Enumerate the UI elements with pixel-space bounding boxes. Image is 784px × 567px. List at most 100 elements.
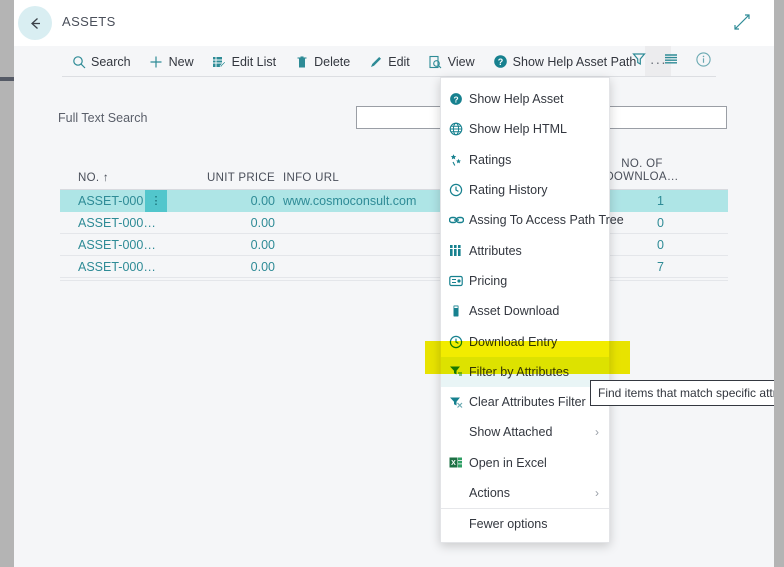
help-circle-icon: ? [493,54,508,69]
menu-item-actions[interactable]: Actions › [441,478,609,508]
menu-item-attributes[interactable]: Attributes [441,235,609,265]
help-circle-icon: ? [449,91,469,107]
factbox-info-button[interactable] [690,49,716,75]
show-help-asset-path-button[interactable]: ? Show Help Asset Path [484,46,646,77]
list-lines-icon [663,51,679,72]
view-button-label: View [447,54,475,69]
command-bar-items: Search New Edit List Delete Edit View ? … [62,46,672,77]
menu-item-label: Rating History [469,183,548,198]
edit-list-button[interactable]: Edit List [203,46,285,77]
new-button-label: New [168,54,194,69]
menu-item-label: Asset Download [469,304,560,319]
cell-no-of-downloads: 1 [657,193,664,208]
attributes-grid-icon [449,243,469,259]
menu-item-label: Show Attached [469,425,553,440]
svg-text:?: ? [497,57,503,67]
search-button-label: Search [91,54,131,69]
menu-item-rating-history[interactable]: Rating History [441,175,609,205]
excel-icon: X [449,455,469,471]
menu-item-show-attached[interactable]: Show Attached › [441,417,609,447]
left-edge-strip [0,0,14,567]
cell-unit-price: 0.00 [250,215,275,230]
menu-item-show-help-asset[interactable]: ? Show Help Asset [441,84,609,114]
menu-item-label: Open in Excel [469,455,547,470]
menu-item-label: Fewer options [469,516,548,531]
filter-funnel-icon [449,364,469,380]
edit-list-button-label: Edit List [231,54,277,69]
menu-item-open-in-excel[interactable]: X Open in Excel [441,448,609,478]
menu-item-pricing[interactable]: Pricing [441,266,609,296]
menu-item-label: Attributes [469,243,522,258]
new-button[interactable]: New [140,46,203,77]
column-header-no-of-downloads-line2: DOWNLOA… [605,171,679,183]
menu-item-label: Clear Attributes Filter [469,395,586,410]
menu-item-ratings[interactable]: Ratings [441,145,609,175]
cell-unit-price: 0.00 [250,237,275,252]
cell-no: ASSET-000… ⋮ [60,189,167,212]
chevron-right-icon: › [595,486,599,500]
edit-list-icon [212,54,227,69]
edit-button[interactable]: Edit [359,46,419,77]
menu-item-fewer-options[interactable]: Fewer options [441,508,609,538]
grid-bottom-divider [60,280,728,281]
clear-filter-icon [449,394,469,410]
search-button[interactable]: Search [62,46,140,77]
filter-funnel-icon [631,51,647,72]
command-bar: Search New Edit List Delete Edit View ? … [14,46,774,77]
cell-unit-price: 0.00 [250,193,275,208]
list-view-button[interactable] [658,49,684,75]
menu-item-show-help-html[interactable]: Show Help HTML [441,114,609,144]
cell-no: ASSET-000… ⋮ [60,212,167,234]
menu-item-assing-to-access-path-tree[interactable]: Assing To Access Path Tree [441,205,624,235]
cell-no: ASSET-000… ⋮ [60,256,167,278]
command-bar-right-icons [626,46,716,77]
page-header: ASSETS [14,0,774,46]
more-options-menu: ? Show Help Asset Show Help HTML Ratings… [440,77,624,544]
clock-history-icon [449,334,469,350]
table-row[interactable]: ASSET-000… ⋮ 0.00 0 [60,234,728,256]
delete-button-label: Delete [314,54,351,69]
column-header-no-of-downloads[interactable]: NO. OF DOWNLOA… [598,158,686,189]
expand-diagonal-icon [732,14,752,36]
cell-no: ASSET-000… ⋮ [60,234,167,256]
table-row[interactable]: ASSET-000… ⋮ 0.00 7 [60,256,728,278]
search-icon [71,54,86,69]
command-bar-divider [62,76,716,77]
column-header-unit-price[interactable]: UNIT PRICE [167,172,275,189]
menu-item-asset-download[interactable]: Asset Download [441,296,609,326]
app-root: ASSETS Search New Edit List Delete Edit … [0,0,784,567]
menu-item-label: Show Help HTML [469,122,567,137]
table-row[interactable]: ASSET-000… ⋮ 0.00 0 [60,212,728,234]
filter-pane-button[interactable] [626,49,652,75]
menu-item-label: Ratings [469,152,512,167]
column-header-no[interactable]: NO. ↑ [60,172,167,189]
back-button[interactable] [18,6,52,40]
cell-info-url[interactable]: www.cosmoconsult.com [275,194,425,208]
column-header-no-of-downloads-line1: NO. OF [621,158,663,170]
column-header-info-url[interactable]: INFO URL [275,172,425,189]
table-row[interactable]: ASSET-000… ⋮ 0.00 www.cosmoconsult.com 1 [60,189,728,212]
row-context-menu-button[interactable]: ⋮ [145,189,167,212]
expand-button[interactable] [732,12,752,32]
info-circle-icon [695,51,712,73]
menu-item-clear-attributes-filter[interactable]: Clear Attributes Filter [441,387,609,417]
download-box-icon [449,303,469,319]
view-button[interactable]: View [419,46,484,77]
cell-no-text: ASSET-000… [78,259,156,274]
link-chain-icon [449,212,469,228]
assets-grid: NO. ↑ UNIT PRICE INFO URL NO. OF DOWNLOA… [60,152,728,278]
menu-item-label: Download Entry [469,334,558,349]
menu-item-label: Actions [469,486,510,500]
menu-item-download-entry[interactable]: Download Entry [441,326,609,356]
svg-text:?: ? [453,94,458,104]
delete-button[interactable]: Delete [285,46,359,77]
chevron-right-icon: › [595,425,599,440]
cell-no-of-downloads: 7 [657,259,664,274]
globe-icon [449,121,469,137]
menu-item-filter-by-attributes[interactable]: Filter by Attributes [441,356,609,387]
full-text-search-label: Full Text Search [58,111,148,125]
cell-no-text: ASSET-000… [78,215,156,230]
grid-header-row: NO. ↑ UNIT PRICE INFO URL NO. OF DOWNLOA… [60,152,728,190]
svg-text:X: X [451,460,456,467]
column-header-tail [686,184,728,189]
